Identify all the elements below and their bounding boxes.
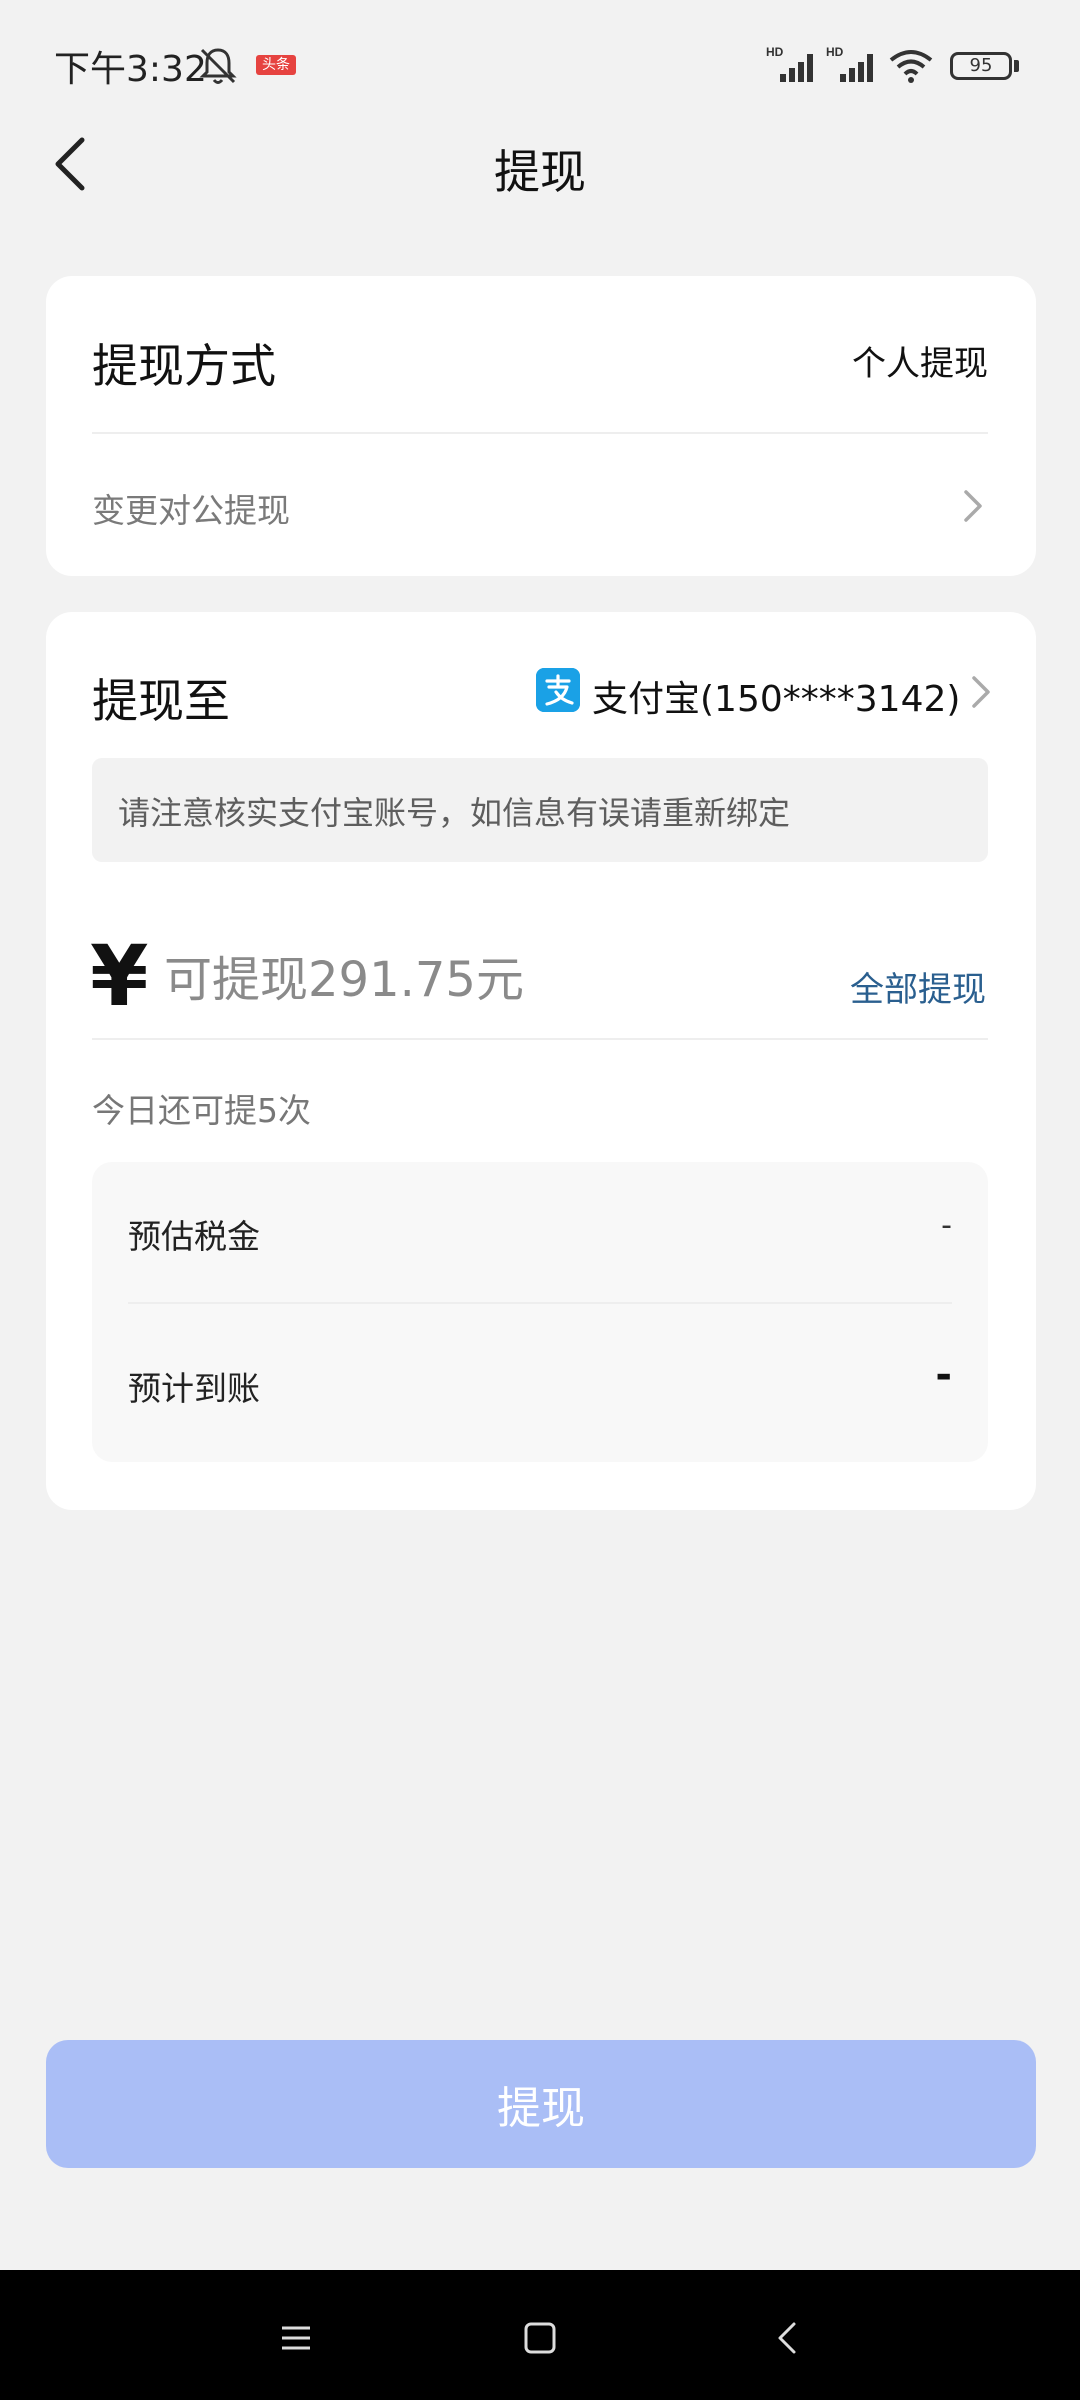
page-title: 提现	[494, 145, 586, 199]
currency-symbol: ¥	[90, 927, 149, 1025]
mute-bell-icon	[199, 48, 237, 84]
amount-underline	[92, 1038, 988, 1040]
estimated-tax-label: 预估税金	[128, 1217, 260, 1256]
menu-icon[interactable]	[276, 2318, 316, 2358]
alipay-logo-icon	[536, 668, 580, 712]
divider	[128, 1302, 952, 1304]
amount-input[interactable]	[164, 950, 784, 1010]
alipay-notice-box: 请注意核实支付宝账号，如信息有误请重新绑定	[92, 758, 988, 862]
fee-detail-box: 预估税金 - 预计到账 -	[92, 1162, 988, 1462]
home-icon[interactable]	[520, 2318, 560, 2358]
signal-hd-label: HD	[826, 45, 844, 59]
withdraw-all-button[interactable]: 全部提现	[850, 962, 986, 1011]
alipay-account-text: 支付宝(150****3142)	[592, 679, 961, 720]
expected-arrival-label: 预计到账	[128, 1369, 260, 1408]
expected-arrival-value: -	[935, 1352, 952, 1398]
wifi-icon	[889, 50, 933, 83]
status-time: 下午3:32	[54, 49, 207, 90]
alipay-notice-text: 请注意核实支付宝账号，如信息有误请重新绑定	[118, 794, 791, 832]
status-bar: 下午3:32 头条 HD HD 95	[0, 0, 1080, 130]
withdraw-to-label: 提现至	[92, 674, 230, 728]
estimated-tax-value: -	[941, 1208, 952, 1243]
withdraw-method-label: 提现方式	[92, 339, 276, 393]
change-to-corporate-link: 变更对公提现	[92, 491, 290, 530]
alipay-account-selector[interactable]: 支付宝(150****3142)	[530, 656, 992, 726]
battery-tip	[1014, 60, 1019, 72]
withdraw-submit-button[interactable]: 提现	[46, 2040, 1036, 2168]
back-nav-icon[interactable]	[768, 2318, 808, 2358]
change-to-corporate-row[interactable]: 变更对公提现	[92, 464, 988, 548]
remaining-times-text: 今日还可提5次	[92, 1091, 311, 1130]
chevron-right-icon	[972, 676, 990, 708]
signal-icon: HD	[826, 45, 873, 82]
chevron-right-icon	[964, 490, 982, 522]
divider	[92, 432, 988, 434]
app-badge: 头条	[256, 55, 296, 75]
signal-icon: HD	[766, 45, 813, 82]
battery-icon: 95	[950, 52, 1012, 80]
signal-hd-label: HD	[766, 45, 784, 59]
withdraw-method-value: 个人提现	[852, 344, 988, 384]
